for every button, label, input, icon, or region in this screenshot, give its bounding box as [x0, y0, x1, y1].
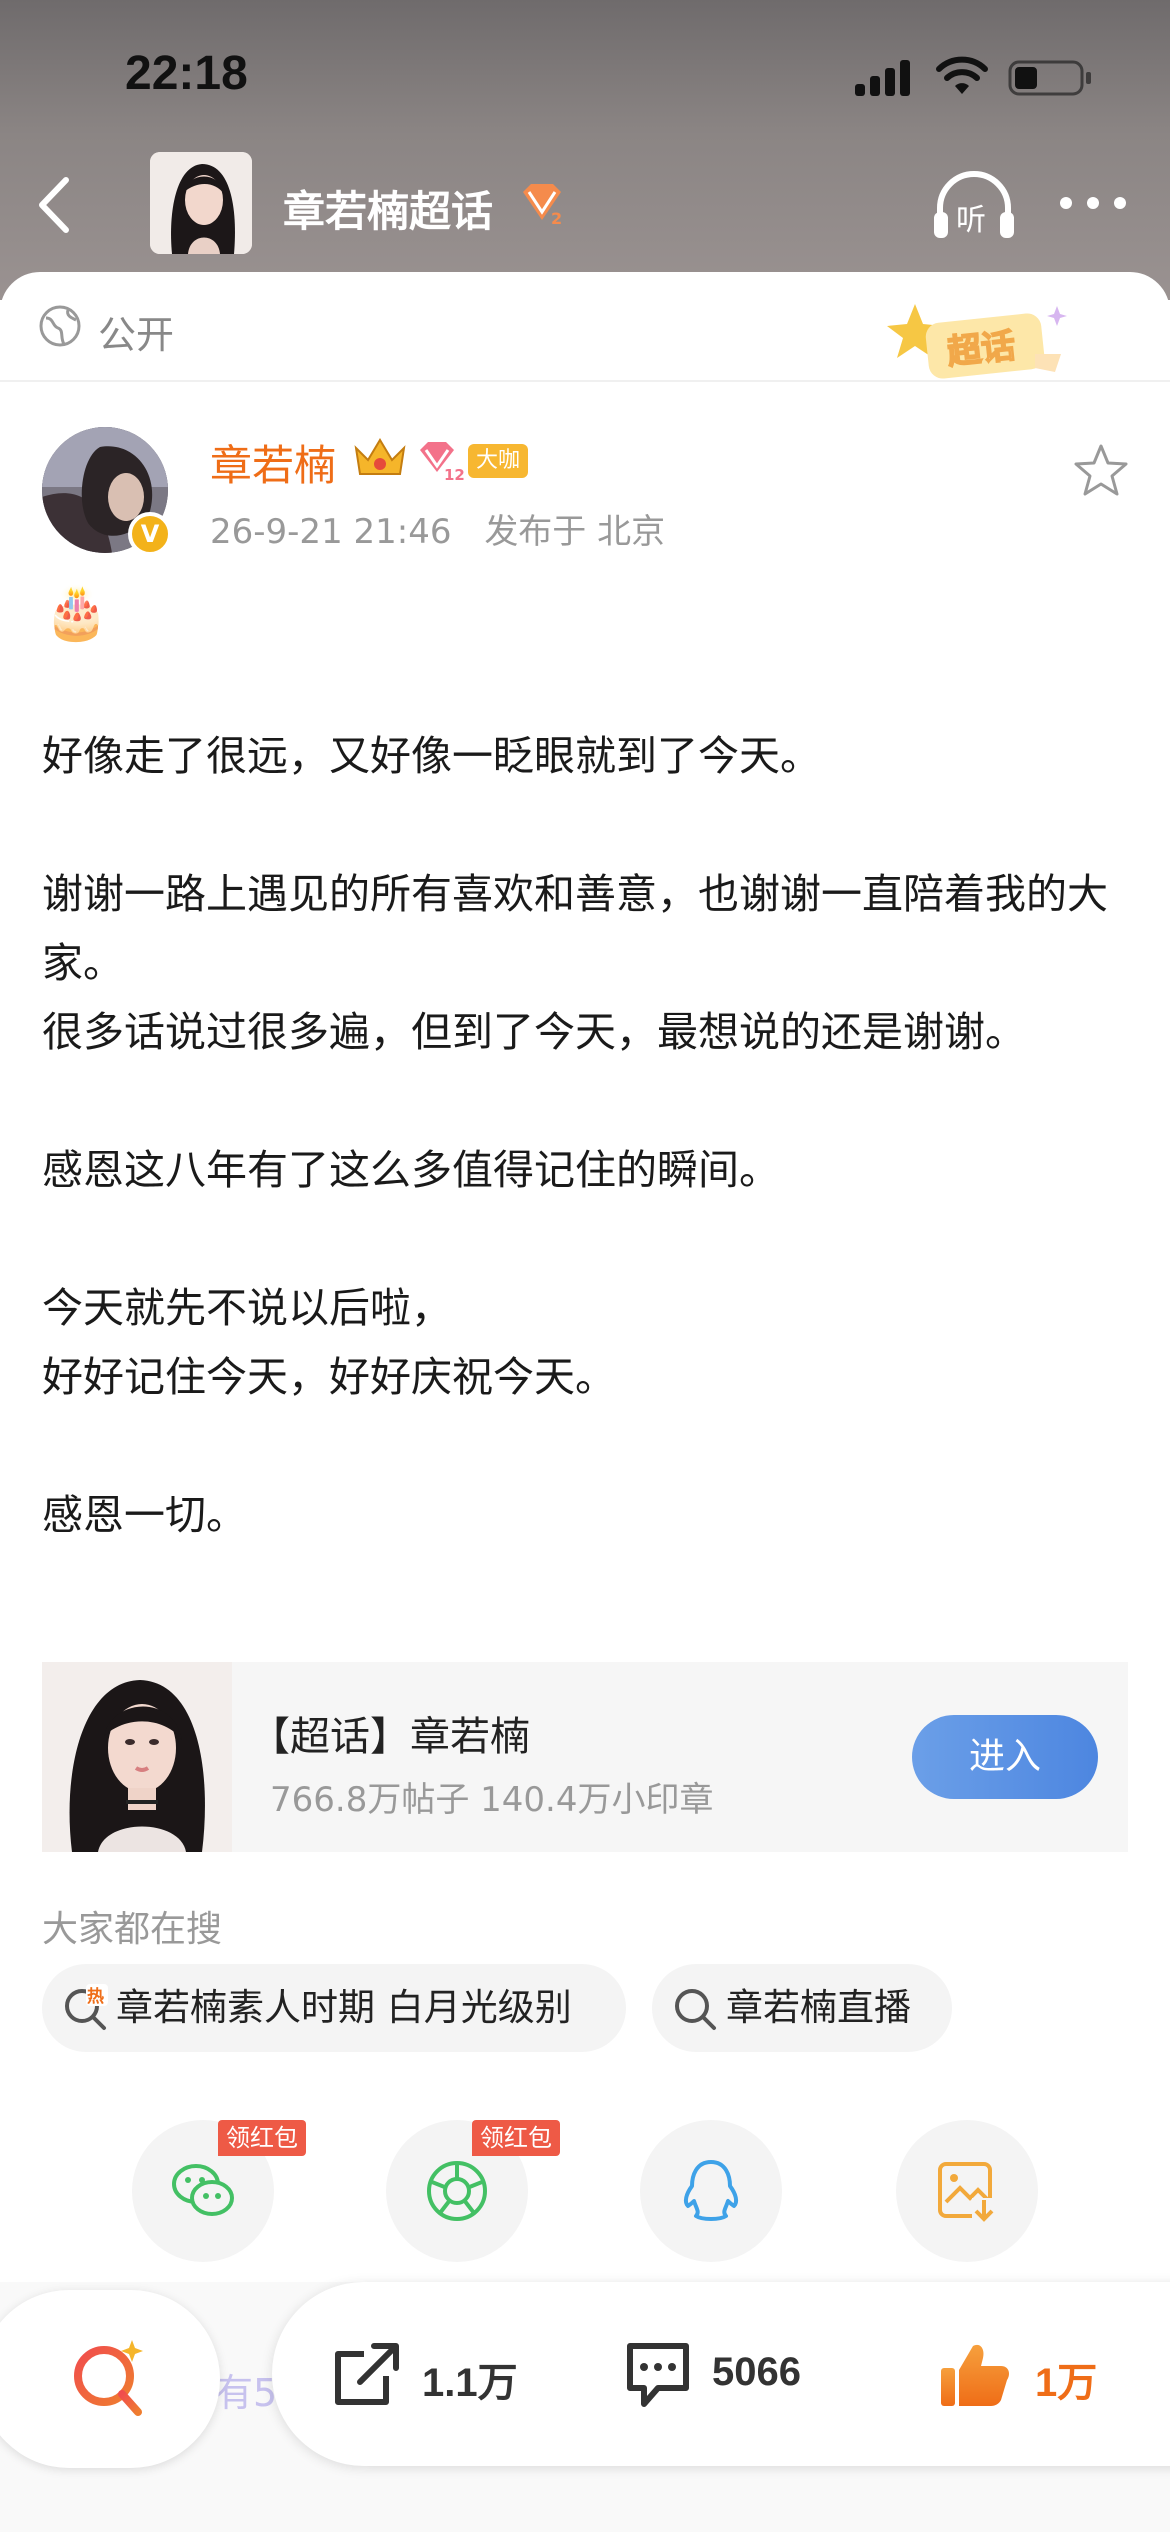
like-button[interactable]: 1万	[937, 2334, 1137, 2414]
super-topic-card[interactable]: 【超话】章若楠 766.8万帖子 140.4万小印章 进入	[42, 1662, 1128, 1852]
search-chip[interactable]: 热 章若楠素人时期 白月光级别	[42, 1964, 626, 2052]
thumbs-up-icon	[941, 2344, 1009, 2406]
repost-icon	[335, 2343, 399, 2405]
status-time: 22:18	[125, 47, 248, 100]
enter-button[interactable]: 进入	[912, 1715, 1098, 1799]
sticker-label: 超话	[945, 326, 1017, 373]
hot-search-icon: 热	[65, 1984, 108, 2030]
signal-icon	[855, 60, 915, 96]
search-chip[interactable]: 章若楠直播	[652, 1964, 952, 2052]
bottom-ghost-text: 有5	[215, 2371, 278, 2415]
ai-search-button[interactable]	[0, 2290, 220, 2468]
super-topic-avatar[interactable]	[150, 152, 252, 254]
search-chip-label: 章若楠素人时期 白月光级别	[116, 1986, 572, 2029]
crown-icon	[354, 438, 406, 475]
post-line: 感恩一切。	[42, 1491, 247, 1539]
post-body: 好像走了很远，又好像一眨眼就到了今天。 谢谢一路上遇见的所有喜欢和善意，也谢谢一…	[42, 722, 1132, 1550]
super-topic-stats: 766.8万帖子 140.4万小印章	[270, 1780, 714, 1820]
qq-icon	[683, 2160, 739, 2221]
wifi-icon	[936, 56, 988, 94]
qq-share-button[interactable]	[640, 2120, 782, 2262]
globe-icon	[39, 305, 81, 347]
comment-icon	[627, 2343, 689, 2407]
navigation-bar: 章若楠超话 2 听	[0, 150, 1170, 260]
visibility-row: 公开 超话	[0, 272, 1170, 382]
more-icon[interactable]	[1058, 188, 1128, 218]
svg-text:听: 听	[956, 203, 986, 238]
battery-icon	[1008, 60, 1091, 96]
listen-icon[interactable]: 听	[932, 168, 1016, 242]
post-line: 感恩这八年有了这么多值得记住的瞬间。	[42, 1146, 780, 1194]
post-line: 好好记住今天，好好庆祝今天。	[42, 1353, 616, 1401]
level-badge-icon: 2	[523, 184, 562, 226]
post-line: 好像走了很远，又好像一眨眼就到了今天。	[42, 732, 821, 780]
star-icon[interactable]	[1072, 442, 1130, 500]
save-image-button[interactable]	[896, 2120, 1038, 2262]
post-date: 26-9-21 21:46	[210, 512, 452, 552]
page-title: 章若楠超话	[283, 187, 494, 236]
chaohua-sticker: 超话	[887, 304, 1067, 379]
super-topic-title: 【超话】章若楠	[250, 1714, 530, 1760]
search-heading: 大家都在搜	[42, 1909, 223, 1950]
post-meta: 26-9-21 21:46 发布于 北京	[210, 504, 665, 553]
post-location: 发布于 北京	[484, 512, 666, 552]
back-arrow-icon[interactable]	[30, 170, 80, 240]
portrait-image	[42, 1662, 232, 1852]
cake-emoji: 🎂	[44, 583, 109, 643]
portrait-image	[150, 152, 252, 254]
post-line: 今天就先不说以后啦，	[42, 1284, 452, 1332]
visibility-label: 公开	[98, 313, 175, 357]
ai-search-icon	[74, 2340, 143, 2416]
comment-button[interactable]: 5066	[620, 2334, 860, 2414]
status-bar: 22:18	[0, 0, 1170, 150]
wechat-icon	[172, 2164, 234, 2216]
like-count: 1万	[1035, 2361, 1098, 2405]
action-bar: 1.1万 5066 1万	[272, 2282, 1170, 2466]
gem-level-number: 12	[444, 466, 465, 482]
search-chip-label: 章若楠直播	[726, 1986, 911, 2029]
post-line: 谢谢一路上遇见的所有喜欢和善意，也谢谢一直陪着我的大家。	[42, 870, 1108, 987]
save-image-icon	[938, 2162, 998, 2222]
search-icon	[675, 1989, 716, 2030]
repost-button[interactable]: 1.1万	[330, 2334, 540, 2414]
comment-count: 5066	[712, 2350, 801, 2394]
author-name[interactable]: 章若楠	[210, 432, 336, 493]
repost-count: 1.1万	[422, 2361, 518, 2405]
hot-label: 热	[87, 1986, 104, 2007]
verified-badge: V	[128, 512, 172, 556]
level-badge-number: 2	[551, 209, 562, 226]
post-line: 很多话说过很多遍，但到了今天，最想说的还是谢谢。	[42, 1008, 1026, 1056]
gem-level-icon: 12	[420, 442, 465, 482]
red-packet-tag: 领红包	[218, 2120, 306, 2156]
moments-icon	[427, 2161, 487, 2221]
dakai-badge: 大咖	[468, 444, 529, 478]
super-topic-thumbnail	[42, 1662, 232, 1852]
red-packet-tag: 领红包	[472, 2120, 560, 2156]
